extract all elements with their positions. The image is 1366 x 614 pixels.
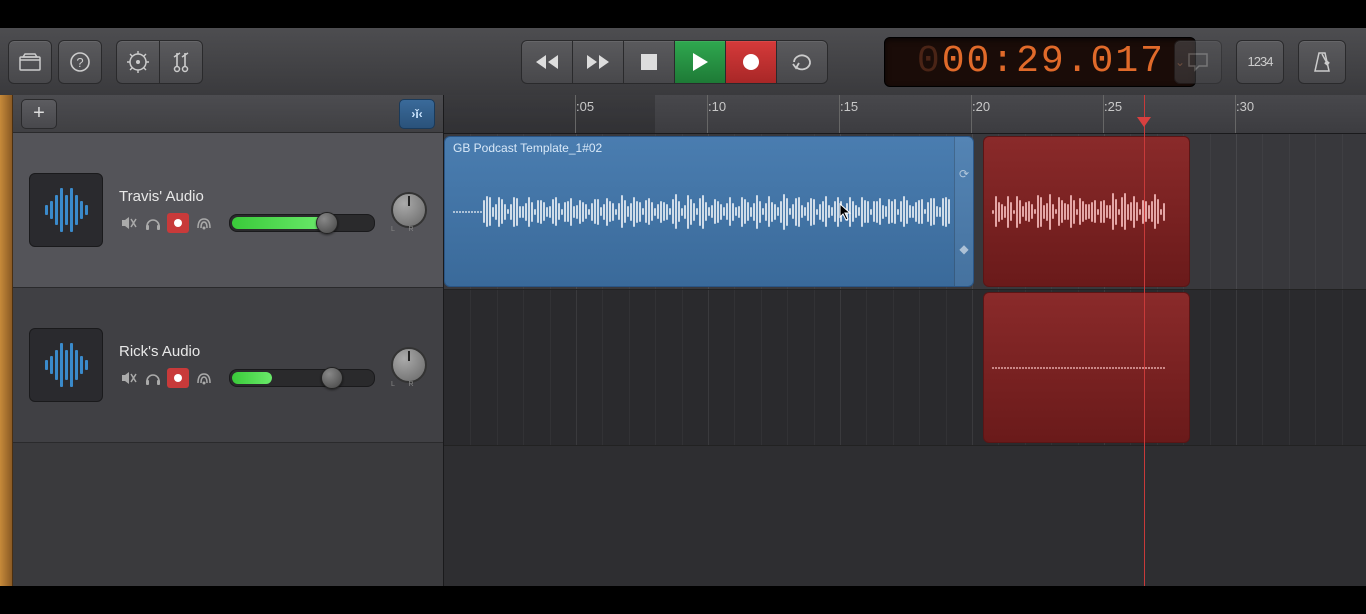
rewind-button[interactable] xyxy=(521,40,572,84)
time-display[interactable]: 000:29.017 ⌄ xyxy=(884,37,1196,87)
transport-controls xyxy=(521,40,828,84)
track-name[interactable]: Travis' Audio xyxy=(119,188,377,205)
track-header-panel: + ›ǐ‹ Travis' AudioL RRick's AudioL R xyxy=(13,95,444,586)
ruler-tick: :30 xyxy=(1236,99,1254,114)
track-name[interactable]: Rick's Audio xyxy=(119,343,377,360)
track-filter-button[interactable]: ›ǐ‹ xyxy=(399,99,435,129)
add-track-button[interactable]: + xyxy=(21,99,57,129)
mute-button[interactable] xyxy=(119,368,139,388)
mute-button[interactable] xyxy=(119,213,139,233)
forward-button[interactable] xyxy=(572,40,623,84)
solo-headphones-button[interactable] xyxy=(143,213,163,233)
record-enable-button[interactable] xyxy=(167,368,189,388)
ruler-tick: :20 xyxy=(972,99,990,114)
ruler-tick: :25 xyxy=(1104,99,1122,114)
cycle-button[interactable] xyxy=(776,40,828,84)
record-button[interactable] xyxy=(725,40,776,84)
waveform xyxy=(992,338,1168,398)
track-icon xyxy=(29,328,103,402)
solo-headphones-button[interactable] xyxy=(143,368,163,388)
app-window: ? 000:29.017 ⌄ 1234 xyxy=(0,28,1366,586)
track-lane[interactable] xyxy=(444,290,1366,446)
time-ruler[interactable]: :05 :10 :15 :20 :25 :30 xyxy=(444,95,1366,134)
region-loop-handle[interactable]: ⟳◆ xyxy=(954,137,973,286)
smart-controls-button[interactable] xyxy=(116,40,159,84)
input-monitor-button[interactable] xyxy=(193,368,215,388)
waveform xyxy=(453,182,951,242)
beat-label: 1234 xyxy=(1248,54,1273,69)
waveform xyxy=(992,182,1168,242)
playhead[interactable] xyxy=(1144,95,1145,586)
stop-button[interactable] xyxy=(623,40,674,84)
pan-knob[interactable] xyxy=(391,347,427,383)
audio-region[interactable]: GB Podcast Template_1#02⟳◆ xyxy=(444,136,974,287)
volume-slider[interactable] xyxy=(229,214,375,232)
help-button[interactable]: ? xyxy=(58,40,102,84)
metronome-button[interactable] xyxy=(1298,40,1346,84)
edge-strip xyxy=(0,95,13,586)
pan-knob[interactable] xyxy=(391,192,427,228)
toolbar: ? 000:29.017 ⌄ 1234 xyxy=(0,28,1366,95)
audio-region[interactable] xyxy=(983,136,1191,287)
timeline[interactable]: :05 :10 :15 :20 :25 :30 GB Podcast Template_1… xyxy=(444,95,1366,586)
record-enable-button[interactable] xyxy=(167,213,189,233)
track-header-toolbar: + ›ǐ‹ xyxy=(13,95,443,133)
track-header[interactable]: Rick's AudioL R xyxy=(13,288,443,443)
input-monitor-button[interactable] xyxy=(193,213,215,233)
ruler-tick: :10 xyxy=(708,99,726,114)
svg-text:?: ? xyxy=(76,55,83,70)
note-pad-button[interactable] xyxy=(1174,40,1222,84)
track-icon xyxy=(29,173,103,247)
region-label: GB Podcast Template_1#02 xyxy=(445,137,610,159)
fade-icon: ◆ xyxy=(959,242,968,256)
play-button[interactable] xyxy=(674,40,725,84)
loop-icon: ⟳ xyxy=(959,167,969,181)
track-header[interactable]: Travis' AudioL R xyxy=(13,133,443,288)
count-in-button[interactable]: 1234 xyxy=(1236,40,1284,84)
ruler-tick: :15 xyxy=(840,99,858,114)
editors-button[interactable] xyxy=(159,40,203,84)
ruler-tick: :05 xyxy=(576,99,594,114)
audio-region[interactable] xyxy=(983,292,1191,443)
workspace: + ›ǐ‹ Travis' AudioL RRick's AudioL R :0… xyxy=(0,95,1366,586)
time-value: 000:29.017 xyxy=(917,40,1165,83)
library-button[interactable] xyxy=(8,40,52,84)
volume-slider[interactable] xyxy=(229,369,375,387)
track-lane[interactable]: GB Podcast Template_1#02⟳◆ xyxy=(444,134,1366,290)
ruler-cycle-region[interactable] xyxy=(444,95,655,133)
